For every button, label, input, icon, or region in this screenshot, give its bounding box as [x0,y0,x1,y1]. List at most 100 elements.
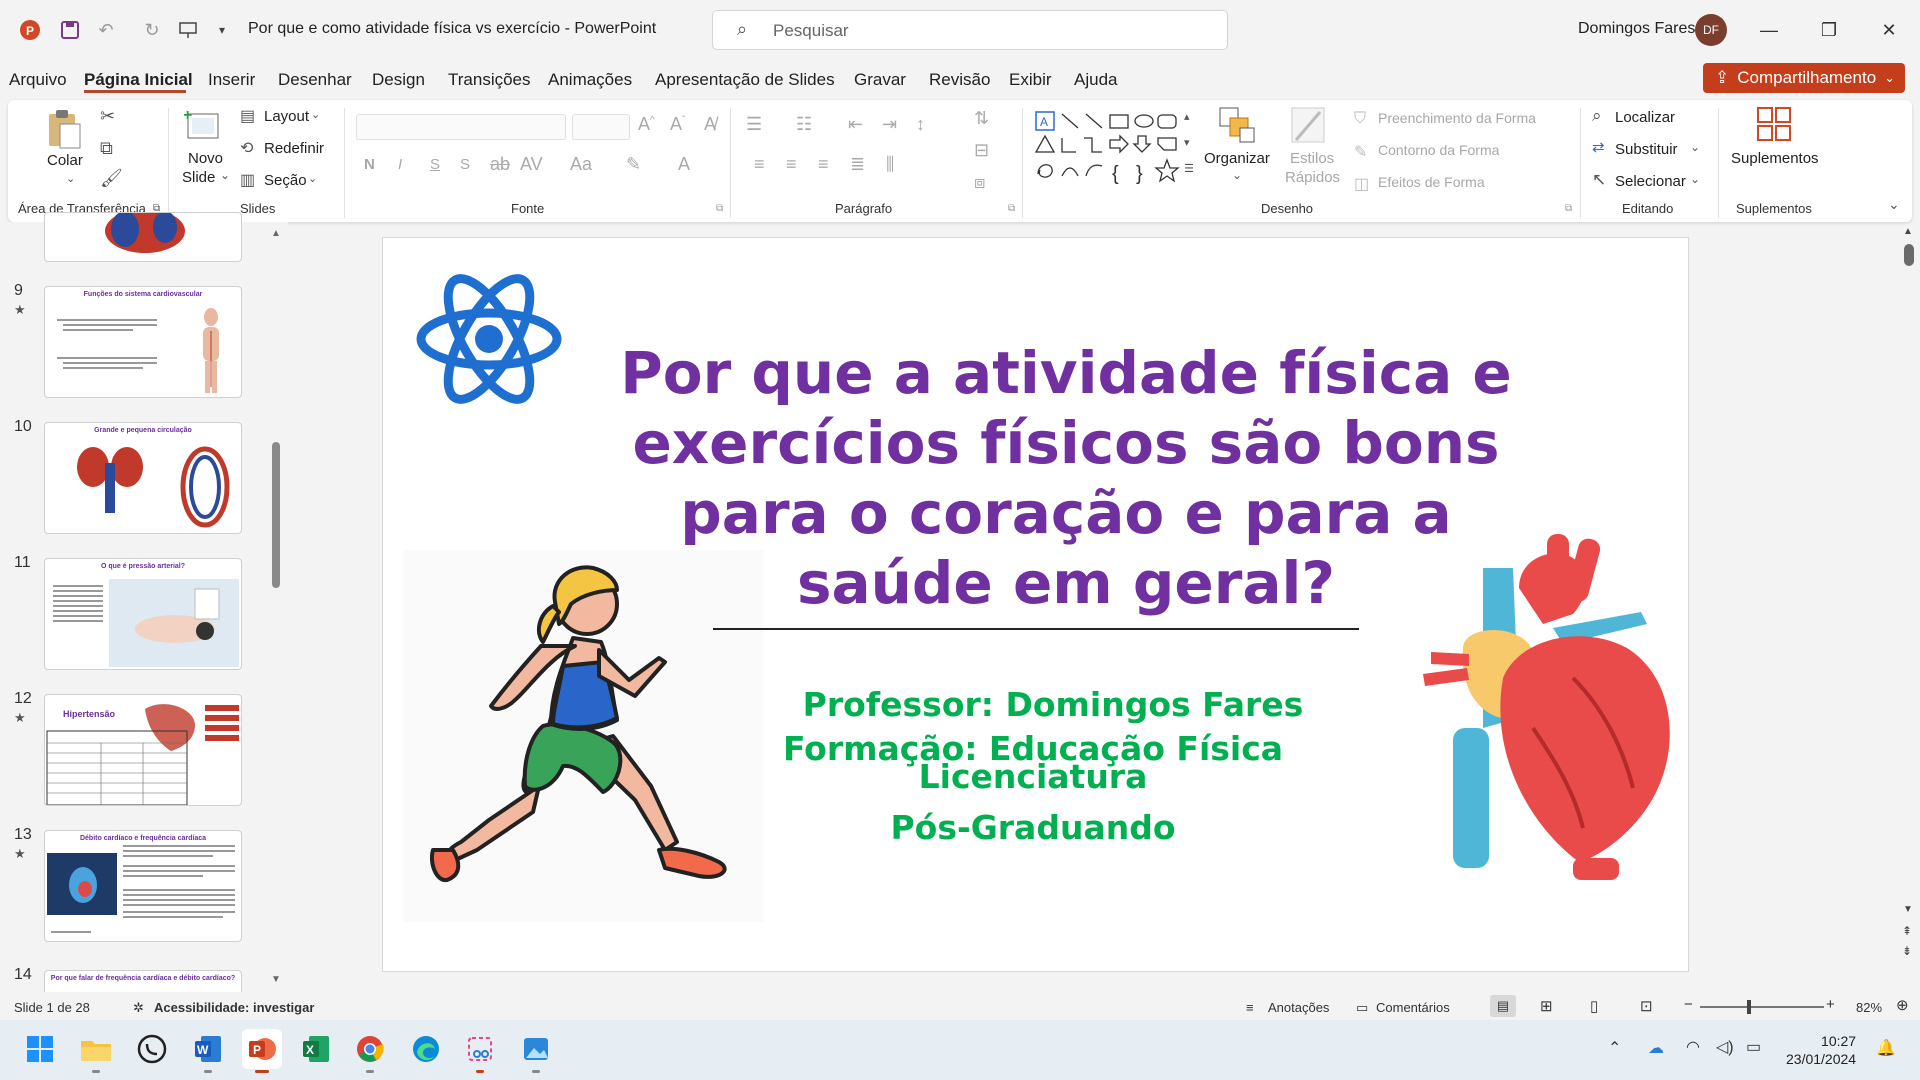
tab-pagina-inicial[interactable]: Página Inicial [84,70,193,90]
share-button[interactable]: ⇪ Compartilhamento ⌄ [1703,63,1905,93]
chevron-down-icon[interactable]: ⌄ [1232,168,1242,182]
formation-text-2[interactable]: Licenciatura [663,760,1403,793]
layout-button[interactable]: Layout [264,108,309,125]
quick-styles-label-2[interactable]: Rápidos [1285,169,1340,186]
windows-start-icon[interactable] [20,1029,60,1069]
collapse-ribbon-icon[interactable]: ⌄ [1888,196,1900,213]
dialog-launcher-icon[interactable]: ⧉ [1008,203,1015,214]
scrollbar-thumb[interactable] [272,442,280,588]
slide-canvas[interactable]: Por que a atividade física e exercícios … [382,237,1689,972]
shadow-button[interactable]: S [460,156,470,173]
slide-thumbnail-11[interactable]: O que é pressão arterial? [44,558,242,670]
gallery-more-icon[interactable]: ☰ [1184,162,1194,175]
underline-button[interactable]: S [430,156,440,173]
change-case-icon[interactable]: Aa [570,154,592,175]
strikethrough-icon[interactable]: ab [490,154,510,175]
increase-indent-icon[interactable]: ⇥ [882,114,897,135]
chevron-down-icon[interactable]: ⌄ [308,172,317,185]
new-slide-label-2[interactable]: Slide [182,169,215,186]
notes-button[interactable]: Anotações [1268,1000,1329,1015]
volume-icon[interactable]: ◁) [1716,1037,1734,1057]
scrollbar-thumb[interactable] [1904,244,1914,266]
new-slide-label[interactable]: Novo [188,150,223,167]
normal-view-icon[interactable]: ▤ [1490,995,1516,1017]
undo-icon[interactable]: ↶ [94,19,118,41]
justify-icon[interactable]: ≣ [850,154,865,175]
char-spacing-icon[interactable]: AV [520,154,543,175]
decrease-font-icon[interactable]: Aˇ [670,114,685,135]
chevron-down-icon[interactable]: ⌄ [1690,140,1700,154]
addins-icon[interactable] [1756,106,1792,147]
battery-icon[interactable]: ▭ [1746,1037,1761,1057]
tab-inserir[interactable]: Inserir [208,70,255,90]
italic-button[interactable]: I [398,156,402,173]
cut-icon[interactable]: ✂ [100,106,115,127]
increase-font-icon[interactable]: A^ [638,114,655,135]
addins-button[interactable]: Suplementos [1731,150,1819,167]
slide-counter[interactable]: Slide 1 de 28 [14,1000,90,1015]
arrange-icon[interactable] [1218,106,1256,149]
scroll-up-icon[interactable]: ▲ [271,228,281,239]
zoom-slider[interactable] [1700,1006,1824,1008]
text-direction-icon[interactable]: ⇅ [974,108,989,129]
section-button[interactable]: Seção [264,172,307,189]
zoom-slider-handle[interactable] [1747,1000,1751,1014]
font-size-combo[interactable] [572,114,630,140]
next-slide-icon[interactable]: ⇟ [1902,944,1912,958]
format-painter-icon[interactable]: 🖌 [100,168,123,189]
slide-thumbnail-13[interactable]: Débito cardíaco e frequência cardíaca [44,830,242,942]
slide-sorter-icon[interactable]: ⊞ [1540,997,1553,1015]
gallery-scroll-up-icon[interactable]: ▴ [1184,110,1190,123]
slideshow-icon[interactable]: ⊡ [1640,997,1653,1015]
notification-bell-icon[interactable]: 🔔 [1876,1038,1896,1058]
tab-desenhar[interactable]: Desenhar [278,70,352,90]
gallery-scroll-down-icon[interactable]: ▾ [1184,136,1190,149]
customize-toolbar-icon[interactable]: ▾ [210,19,234,41]
align-right-icon[interactable]: ≡ [818,154,829,175]
accessibility-status[interactable]: Acessibilidade: investigar [154,1000,314,1015]
professor-text[interactable]: Professor: Domingos Fares [683,685,1423,724]
font-family-combo[interactable] [356,114,566,140]
smartart-icon[interactable]: ⧈ [974,172,985,193]
paste-icon[interactable] [46,108,84,155]
align-text-icon[interactable]: ⊟ [974,140,989,161]
tab-design[interactable]: Design [372,70,425,90]
scroll-down-icon[interactable]: ▼ [271,974,281,985]
highlight-icon[interactable]: ✎ [626,154,641,175]
photos-icon[interactable] [516,1029,556,1073]
slide-scrollbar[interactable]: ▲ ▼ ⇞ ⇟ [1898,222,1920,992]
slide-thumbnail-8[interactable] [44,212,242,262]
numbering-icon[interactable]: ☷ [796,114,812,135]
arrange-button[interactable]: Organizar [1204,150,1270,167]
bold-button[interactable]: N [364,156,375,173]
restore-icon[interactable]: ❐ [1814,16,1844,44]
clock[interactable]: 10:27 23/01/2024 [1786,1032,1856,1068]
show-hidden-icons[interactable]: ⌃ [1608,1038,1621,1058]
word-icon[interactable]: W [188,1029,228,1073]
thumbnail-scrollbar[interactable]: ▲ ▼ [270,228,282,988]
tab-animacoes[interactable]: Animações [548,70,632,90]
chevron-down-icon[interactable]: ⌄ [311,108,320,121]
zoom-in-icon[interactable]: + [1826,996,1835,1013]
decrease-indent-icon[interactable]: ⇤ [848,114,863,135]
copy-icon[interactable]: ⧉ [100,138,113,159]
scroll-down-icon[interactable]: ▼ [1903,904,1913,915]
paste-button[interactable]: Colar [47,152,83,169]
reset-button[interactable]: Redefinir [264,140,324,157]
scroll-up-icon[interactable]: ▲ [1903,226,1913,237]
shape-effects-button[interactable]: Efeitos de Forma [1378,174,1485,190]
comments-button[interactable]: Comentários [1376,1000,1450,1015]
align-left-icon[interactable]: ≡ [754,154,765,175]
align-center-icon[interactable]: ≡ [786,154,797,175]
search-box[interactable]: ⌕ Pesquisar [712,10,1228,50]
minimize-icon[interactable]: — [1754,16,1784,44]
file-explorer-icon[interactable] [76,1029,116,1073]
reading-view-icon[interactable]: ▯ [1590,997,1598,1015]
paste-dropdown-icon[interactable]: ⌄ [66,172,75,185]
line-spacing-icon[interactable]: ↕ [916,114,925,135]
shape-fill-button[interactable]: Preenchimento da Forma [1378,110,1536,126]
find-button[interactable]: Localizar [1615,109,1675,126]
powerpoint-taskbar-icon[interactable]: P [242,1029,282,1073]
clear-formatting-icon[interactable]: A̸ [704,114,716,135]
quick-styles-label[interactable]: Estilos [1290,150,1334,167]
